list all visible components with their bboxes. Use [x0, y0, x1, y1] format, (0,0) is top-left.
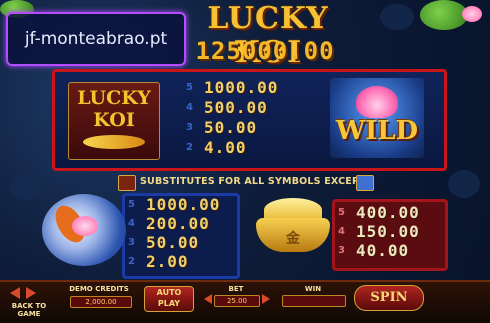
- pay-count: 4: [186, 102, 193, 113]
- pay-value: 500.00: [204, 98, 268, 117]
- pay-count: 4: [128, 218, 135, 229]
- wild-symbol: WILD: [330, 78, 424, 158]
- gold-ingot-symbol: 金: [256, 198, 330, 260]
- koi-pays-list: 5 1000.00 4 200.00 3 50.00 2 2.00: [128, 195, 238, 271]
- logo-word-koi: KOI: [93, 109, 135, 131]
- control-bar: BACK TO GAME DEMO CREDITS 2,000.00 AUTO …: [0, 280, 490, 323]
- win-label: WIN: [304, 285, 322, 293]
- prev-page-icon[interactable]: [10, 287, 20, 299]
- gold-fish-icon: [83, 135, 145, 149]
- pay-count: 2: [186, 142, 193, 153]
- ingot-character: 金: [286, 231, 300, 247]
- bet-value: 25.00: [214, 295, 260, 307]
- credits-label: DEMO CREDITS: [69, 285, 129, 293]
- wild-mini-icon: [356, 175, 374, 191]
- watermark-text: jf-monteabrao.pt: [24, 29, 168, 49]
- substitutes-text: SUBSTITUTES FOR ALL SYMBOLS EXCEPT: [140, 176, 366, 187]
- pay-value: 200.00: [146, 214, 210, 233]
- logo-pays-list: 5 1000.00 4 500.00 3 50.00 2 4.00: [186, 78, 316, 160]
- pay-count: 3: [186, 122, 193, 133]
- autoplay-button[interactable]: AUTO PLAY: [144, 286, 194, 312]
- lotus-icon: [356, 86, 398, 118]
- pay-value: 1000.00: [146, 195, 221, 214]
- pay-count: 5: [186, 82, 193, 93]
- pay-value: 50.00: [204, 118, 258, 137]
- logo-mini-icon: [118, 175, 136, 191]
- pay-count: 5: [338, 207, 345, 218]
- pay-count: 3: [338, 245, 345, 256]
- lotus-icon: [72, 216, 98, 236]
- watermark-badge: jf-monteabrao.pt: [6, 12, 186, 66]
- next-page-icon[interactable]: [26, 287, 36, 299]
- lily-pad-decoration: [420, 0, 468, 30]
- bet-increase-icon[interactable]: [262, 294, 270, 304]
- substitutes-note: SUBSTITUTES FOR ALL SYMBOLS EXCEPT: [118, 174, 378, 191]
- game-title: LUCKY KOI: [207, 1, 329, 70]
- pay-value: 150.00: [356, 222, 420, 241]
- wild-text: WILD: [335, 116, 419, 146]
- pay-count: 4: [338, 226, 345, 237]
- pay-value: 400.00: [356, 203, 420, 222]
- logo-word-lucky: LUCKY: [77, 87, 151, 109]
- pay-count: 2: [128, 256, 135, 267]
- lucky-koi-logo-symbol: LUCKY KOI: [68, 82, 160, 160]
- pay-value: 1000.00: [204, 78, 279, 97]
- spin-button[interactable]: SPIN: [354, 285, 424, 311]
- pay-count: 5: [128, 199, 135, 210]
- ingot-pays-list: 5 400.00 4 150.00 3 40.00: [338, 203, 448, 263]
- pay-value: 2.00: [146, 252, 189, 271]
- back-to-game-button[interactable]: BACK TO GAME: [0, 302, 58, 318]
- pay-value: 4.00: [204, 138, 247, 157]
- pebble-decoration: [380, 4, 414, 30]
- pay-value: 50.00: [146, 233, 200, 252]
- lotus-flower-decoration: [462, 6, 482, 22]
- bet-decrease-icon[interactable]: [204, 294, 212, 304]
- credits-value: 2,000.00: [70, 296, 132, 308]
- pay-count: 3: [128, 237, 135, 248]
- pay-value: 40.00: [356, 241, 410, 260]
- koi-fish-symbol: [42, 194, 126, 266]
- bet-label: BET: [228, 285, 244, 293]
- win-value: [282, 295, 346, 307]
- pebble-decoration: [448, 170, 480, 198]
- pebble-decoration: [10, 176, 40, 200]
- game-screen: LUCKY KOI 125000.00 jf-monteabrao.pt LUC…: [0, 0, 490, 323]
